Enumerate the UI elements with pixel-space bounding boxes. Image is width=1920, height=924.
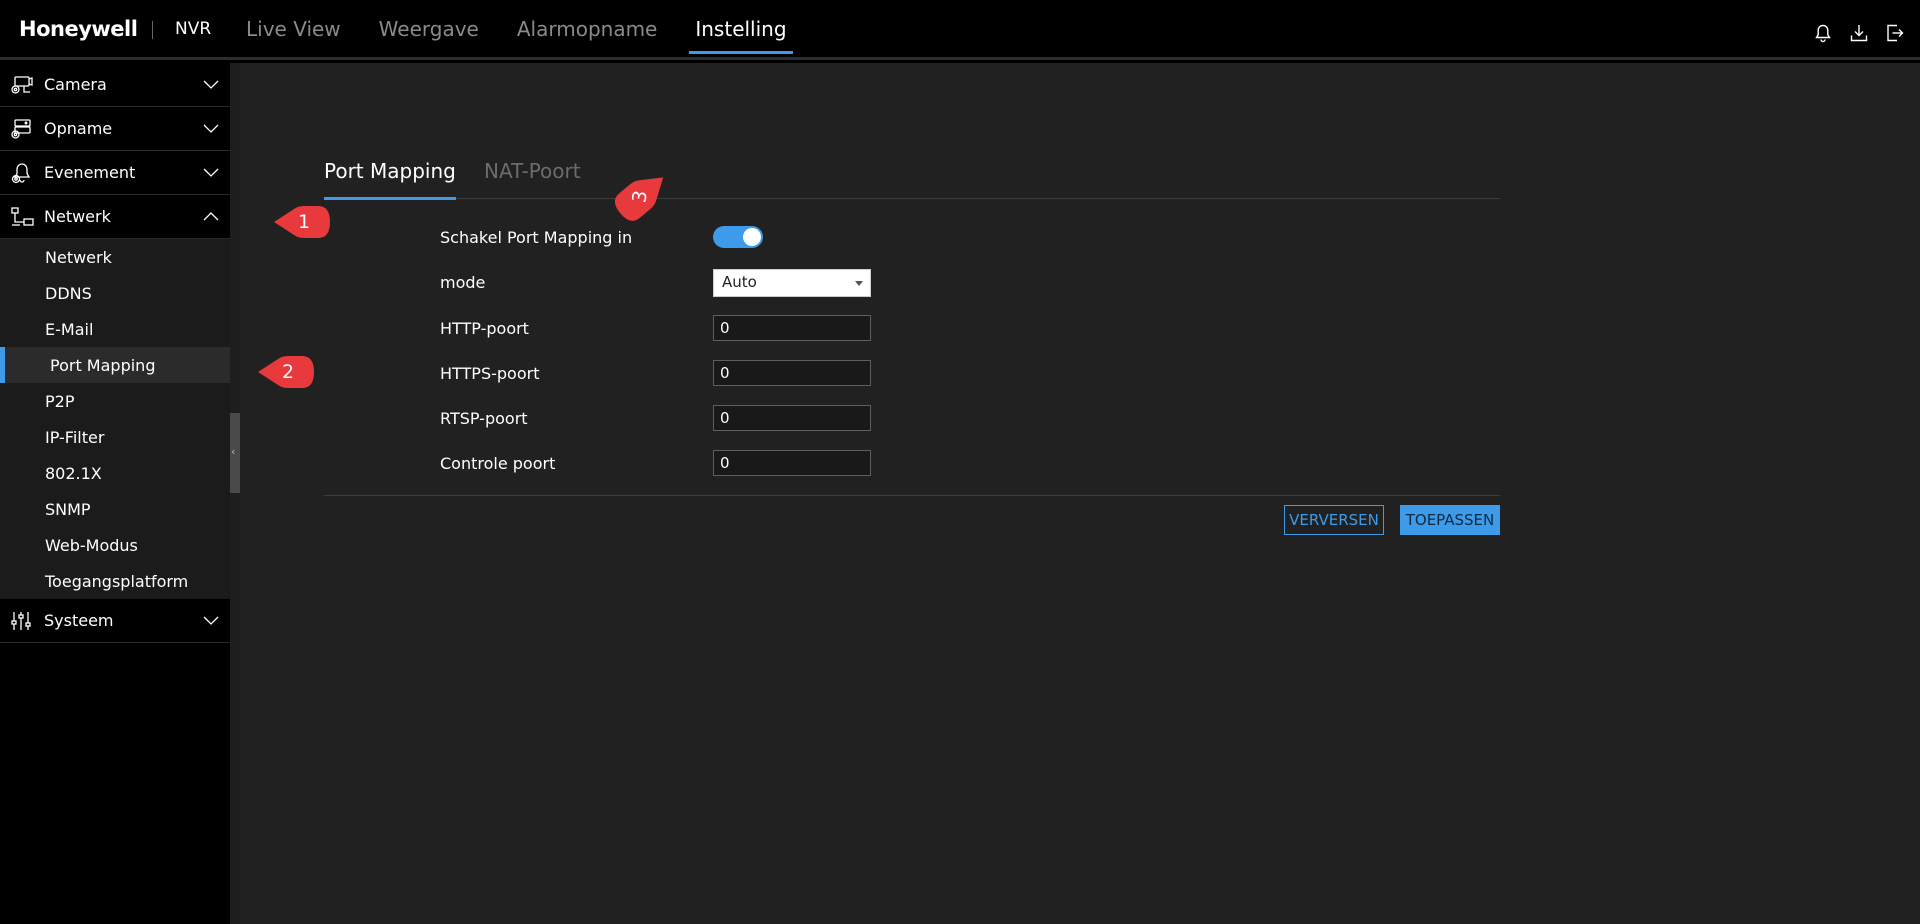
network-submenu: Netwerk DDNS E-Mail Port Mapping P2P IP-… — [0, 239, 230, 599]
form-row-control: Controle poort — [440, 450, 1140, 478]
enable-label: Schakel Port Mapping in — [440, 228, 633, 247]
mode-label: mode — [440, 273, 486, 292]
nav-instelling[interactable]: Instelling — [683, 0, 798, 57]
nav-weergave[interactable]: Weergave — [367, 0, 491, 57]
rtsp-port-label: RTSP-poort — [440, 409, 528, 428]
form-row-mode: mode Auto — [440, 269, 1140, 297]
product-name: NVR — [175, 19, 212, 39]
main-content: Port Mapping NAT-Poort Schakel Port Mapp… — [240, 63, 1920, 924]
chevron-down-icon — [203, 80, 219, 89]
brand-logo: Honeywell — [19, 17, 138, 41]
chevron-down-icon — [203, 124, 219, 133]
caret-down-icon — [855, 281, 863, 286]
http-port-label: HTTP-poort — [440, 319, 529, 338]
control-port-label: Controle poort — [440, 454, 556, 473]
recording-icon — [11, 119, 31, 139]
sidebar-group-label: Systeem — [44, 611, 114, 630]
form-row-rtsp: RTSP-poort — [440, 405, 1140, 433]
main-nav: Live View Weergave Alarmopname Instellin… — [234, 0, 813, 57]
callout-marker-1: 1 — [272, 202, 334, 242]
chevron-down-icon — [203, 168, 219, 177]
callout-number: 1 — [298, 211, 311, 233]
sidebar-item-netwerk[interactable]: Netwerk — [0, 239, 230, 275]
system-icon — [11, 612, 31, 630]
event-icon — [11, 163, 31, 184]
callout-number: 2 — [282, 361, 295, 383]
sidebar-group-opname[interactable]: Opname — [0, 107, 230, 151]
callout-marker-2: 2 — [256, 352, 318, 392]
sidebar-group-evenement[interactable]: Evenement — [0, 151, 230, 195]
sidebar-group-label: Evenement — [44, 163, 136, 182]
mode-select-value: Auto — [722, 273, 757, 291]
sidebar-group-label: Opname — [44, 119, 113, 138]
nav-live-view[interactable]: Live View — [234, 0, 353, 57]
bell-icon[interactable] — [1812, 22, 1834, 44]
toggle-knob — [743, 228, 761, 246]
download-icon[interactable] — [1848, 22, 1870, 44]
sidebar-item-web-modus[interactable]: Web-Modus — [0, 527, 230, 563]
nav-alarmopname[interactable]: Alarmopname — [505, 0, 670, 57]
sidebar-group-label: Camera — [44, 75, 107, 94]
chevron-down-icon — [203, 616, 219, 625]
sidebar-item-port-mapping[interactable]: Port Mapping — [0, 347, 230, 383]
sidebar-group-label: Netwerk — [44, 207, 111, 226]
sidebar-item-8021x[interactable]: 802.1X — [0, 455, 230, 491]
https-port-input[interactable] — [713, 360, 871, 386]
sidebar-group-camera[interactable]: Camera — [0, 63, 230, 107]
network-icon — [11, 207, 34, 226]
camera-icon — [11, 76, 33, 94]
tab-port-mapping[interactable]: Port Mapping — [324, 143, 456, 200]
mode-select[interactable]: Auto — [713, 269, 871, 297]
form-row-enable: Schakel Port Mapping in — [440, 224, 1140, 252]
control-port-input[interactable] — [713, 450, 871, 476]
top-icons — [1812, 22, 1906, 44]
sidebar-splitter: ‹ — [230, 63, 240, 924]
sidebar-group-netwerk[interactable]: Netwerk — [0, 195, 230, 239]
sidebar-item-p2p[interactable]: P2P — [0, 383, 230, 419]
collapse-sidebar-handle[interactable]: ‹ — [230, 413, 240, 493]
form-divider — [324, 495, 1500, 496]
enable-port-mapping-toggle[interactable] — [713, 226, 763, 248]
apply-button[interactable]: TOEPASSEN — [1400, 505, 1500, 535]
sidebar-item-email[interactable]: E-Mail — [0, 311, 230, 347]
logout-icon[interactable] — [1884, 22, 1906, 44]
sidebar-item-ddns[interactable]: DDNS — [0, 275, 230, 311]
form-row-http: HTTP-poort — [440, 315, 1140, 343]
chevron-left-icon: ‹ — [231, 445, 236, 458]
https-port-label: HTTPS-poort — [440, 364, 540, 383]
form-row-https: HTTPS-poort — [440, 360, 1140, 388]
sidebar-item-snmp[interactable]: SNMP — [0, 491, 230, 527]
http-port-input[interactable] — [713, 315, 871, 341]
rtsp-port-input[interactable] — [713, 405, 871, 431]
tab-nat-poort[interactable]: NAT-Poort — [484, 143, 581, 199]
sidebar: Camera Opname Evenement Netwerk Netwerk … — [0, 63, 230, 924]
top-bar: Honeywell NVR Live View Weergave Alarmop… — [0, 0, 1920, 60]
tab-bar: Port Mapping NAT-Poort — [324, 143, 1500, 200]
refresh-button[interactable]: VERVERSEN — [1284, 505, 1384, 535]
brand-divider — [152, 21, 153, 39]
chevron-up-icon — [203, 212, 219, 221]
sidebar-item-toegangsplatform[interactable]: Toegangsplatform — [0, 563, 230, 599]
sidebar-item-ip-filter[interactable]: IP-Filter — [0, 419, 230, 455]
sidebar-group-systeem[interactable]: Systeem — [0, 599, 230, 643]
